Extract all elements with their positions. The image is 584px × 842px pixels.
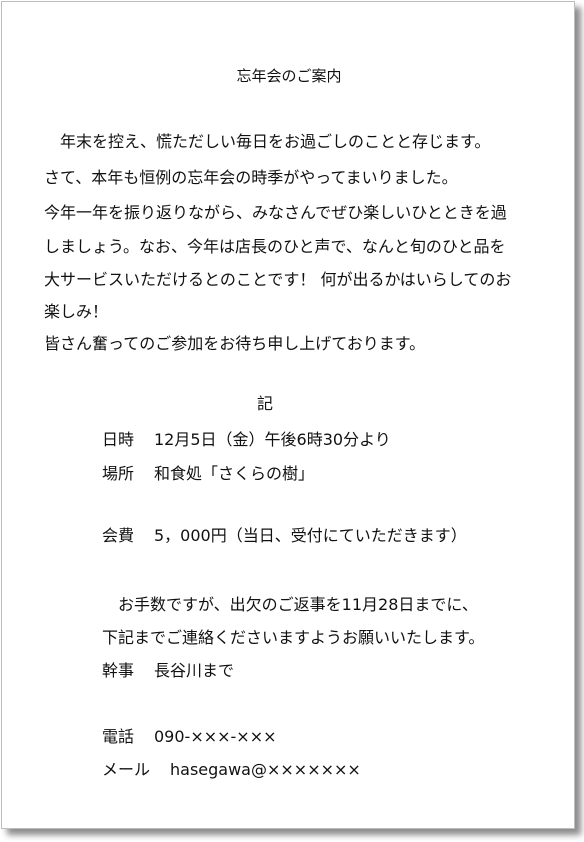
phone-value: 090-×××-××× — [154, 727, 277, 746]
fee-value: 5，000円（当日、受付にていただきます） — [154, 526, 467, 545]
fee-label: 会費 — [102, 526, 135, 545]
organizer-row: 幹事 長谷川まで — [102, 657, 234, 681]
body-line-7: 皆さん奮ってのご参加をお待ち申し上げております。 — [44, 334, 426, 353]
body-line-4: しましょう。なお、今年は店長のひと声で、なんと旬のひと品を — [44, 237, 506, 256]
datetime-row: 日時 12月5日（金）午後6時30分より — [102, 426, 391, 450]
body-line-1: 年末を控え、慌ただしい毎日をお過ごしのことと存じます。 — [44, 132, 491, 151]
mail-label: メール — [102, 760, 151, 779]
request-line-1: お手数ですが、出欠のご返事を11月28日までに、 — [102, 595, 478, 614]
datetime-label: 日時 — [102, 430, 135, 449]
mail-value: hasegawa@××××××× — [170, 760, 361, 779]
body-line-6: 楽しみ！ — [44, 302, 109, 321]
document-page: 忘年会のご案内 年末を控え、慌ただしい毎日をお過ごしのことと存じます。 さて、本… — [1, 1, 575, 829]
organizer-label: 幹事 — [102, 661, 135, 680]
fee-row: 会費 5，000円（当日、受付にていただきます） — [102, 522, 467, 546]
document-content: 忘年会のご案内 年末を控え、慌ただしい毎日をお過ごしのことと存じます。 さて、本… — [2, 2, 576, 830]
ki-heading: 記 — [256, 394, 273, 413]
place-label: 場所 — [102, 464, 135, 483]
datetime-value: 12月5日（金）午後6時30分より — [154, 430, 391, 449]
mail-row: メール hasegawa@××××××× — [102, 756, 361, 780]
place-row: 場所 和食処「さくらの樹」 — [102, 460, 314, 484]
body-line-3: 今年一年を振り返りながら、みなさんでぜひ楽しいひとときを過 — [44, 203, 507, 222]
place-value: 和食処「さくらの樹」 — [154, 464, 315, 483]
body-line-2: さて、本年も恒例の忘年会の時季がやってまいりました。 — [44, 168, 458, 187]
phone-label: 電話 — [102, 727, 135, 746]
request-line-2: 下記までご連絡くださいますようお願いいたします。 — [102, 628, 485, 647]
document-title: 忘年会のご案内 — [236, 67, 342, 85]
phone-row: 電話 090-×××-××× — [102, 723, 277, 747]
body-line-5: 大サービスいただけるとのことです！ 何が出るかはいらしてのお — [44, 270, 512, 289]
organizer-value: 長谷川まで — [154, 661, 235, 680]
